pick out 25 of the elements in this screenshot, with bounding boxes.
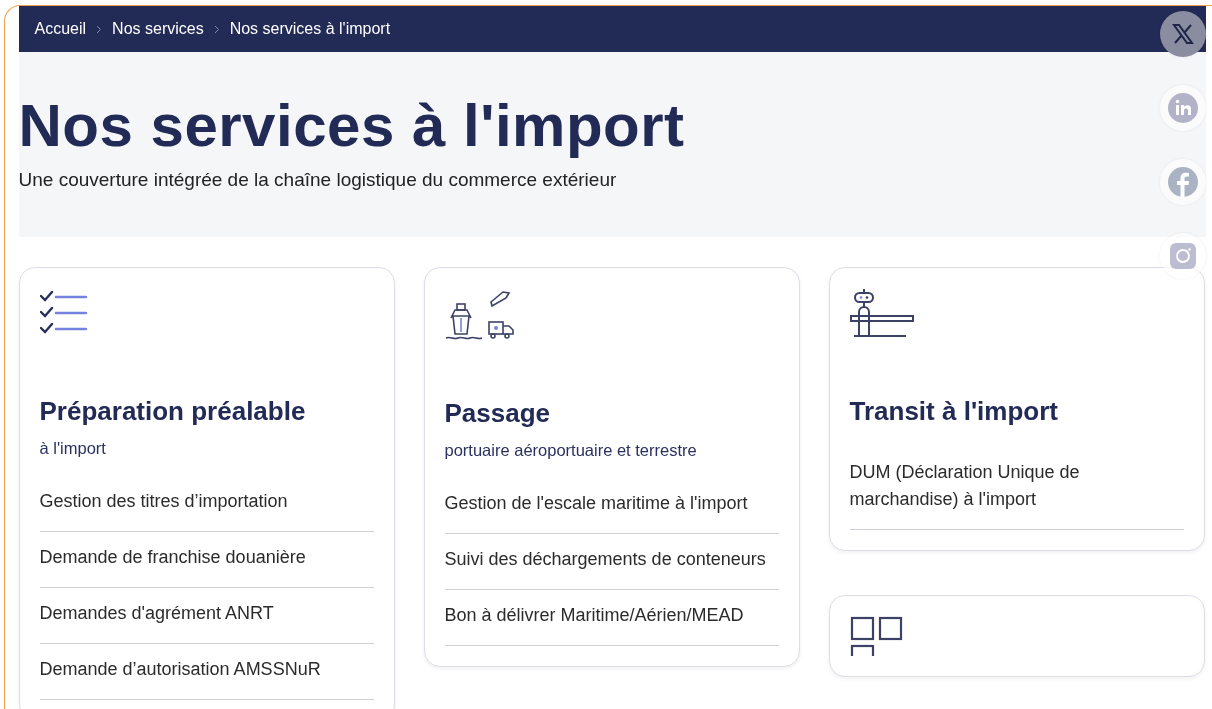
service-item[interactable]: Gestion de l'escale maritime à l'import	[444, 478, 779, 534]
card-title: Préparation préalable	[39, 396, 307, 427]
card-subtitle: à l'import	[39, 439, 107, 458]
linkedin-icon	[1168, 93, 1198, 123]
service-item[interactable]: Demande de franchise douanière	[39, 532, 374, 588]
page-title: Nos services à l'import	[18, 93, 685, 159]
card-title: Transit à l'import	[849, 396, 1059, 427]
service-item[interactable]: Bon à délivrer Maritime/Aérien/MEAD	[444, 590, 779, 646]
page-subtitle: Une couverture intégrée de la chaîne logistique du commerce extérieur	[18, 169, 617, 191]
chevron-icon	[213, 24, 220, 34]
x-logo-icon	[1172, 23, 1194, 45]
service-item[interactable]: Demandes d'agrément ANRT	[39, 588, 374, 644]
service-item[interactable]: DUM (Déclaration Unique de marchandise) à l'import	[849, 447, 1184, 530]
breadcrumb-link[interactable]: Nos services	[112, 20, 204, 38]
card-title: Passage	[444, 398, 552, 429]
grid-icon	[849, 616, 904, 656]
service-item[interactable]: Gestion des titres d’importation	[39, 476, 374, 532]
service-item[interactable]: Demande d’autorisation AMSSNuR	[39, 644, 374, 700]
card-subtitle: portuaire aéroportuaire et terrestre	[444, 441, 698, 460]
breadcrumb-link[interactable]: Accueil	[34, 20, 87, 38]
facebook-icon	[1168, 167, 1198, 197]
barrier-gate-icon	[849, 288, 914, 338]
breadcrumb-link[interactable]: Nos services à l'import	[229, 20, 391, 38]
service-item[interactable]: Suivi des déchargements de conteneurs	[444, 534, 779, 590]
chevron-icon	[96, 24, 103, 34]
